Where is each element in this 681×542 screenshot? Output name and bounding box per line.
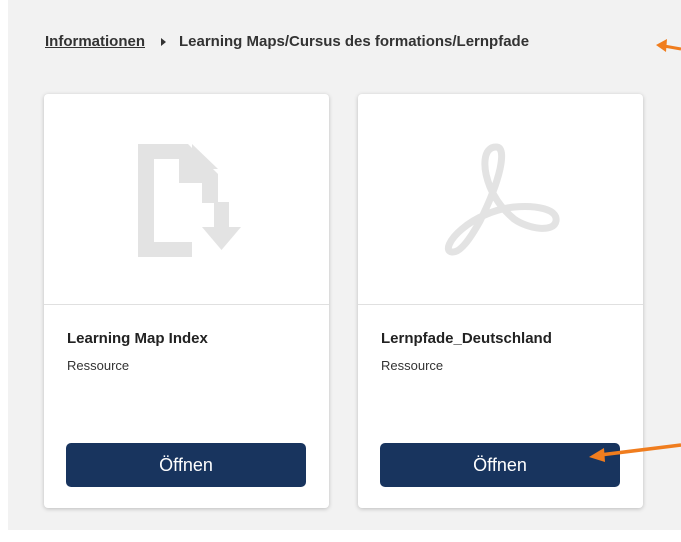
card-title: Lernpfade_Deutschland	[381, 330, 552, 347]
open-button[interactable]: Öffnen	[66, 443, 306, 487]
divider	[44, 304, 329, 305]
breadcrumb: Informationen Learning Maps/Cursus des f…	[45, 33, 529, 50]
card-type: Ressource	[381, 358, 444, 373]
card-thumbnail	[44, 94, 329, 304]
breadcrumb-current: Learning Maps/Cursus des formations/Lern…	[179, 33, 530, 50]
divider	[358, 304, 643, 305]
card-type: Ressource	[67, 358, 130, 373]
pdf-icon	[444, 143, 559, 256]
breadcrumb-link-informationen[interactable]: Informationen	[45, 33, 145, 50]
card-thumbnail	[358, 94, 643, 304]
annotation-arrow-icon	[656, 39, 681, 52]
caret-right-icon	[161, 37, 166, 46]
file-download-icon	[137, 144, 241, 257]
annotation-arrow-icon	[589, 443, 681, 462]
resource-card: Learning Map Index Ressource Öffnen	[44, 94, 329, 508]
card-title: Learning Map Index	[67, 330, 208, 347]
